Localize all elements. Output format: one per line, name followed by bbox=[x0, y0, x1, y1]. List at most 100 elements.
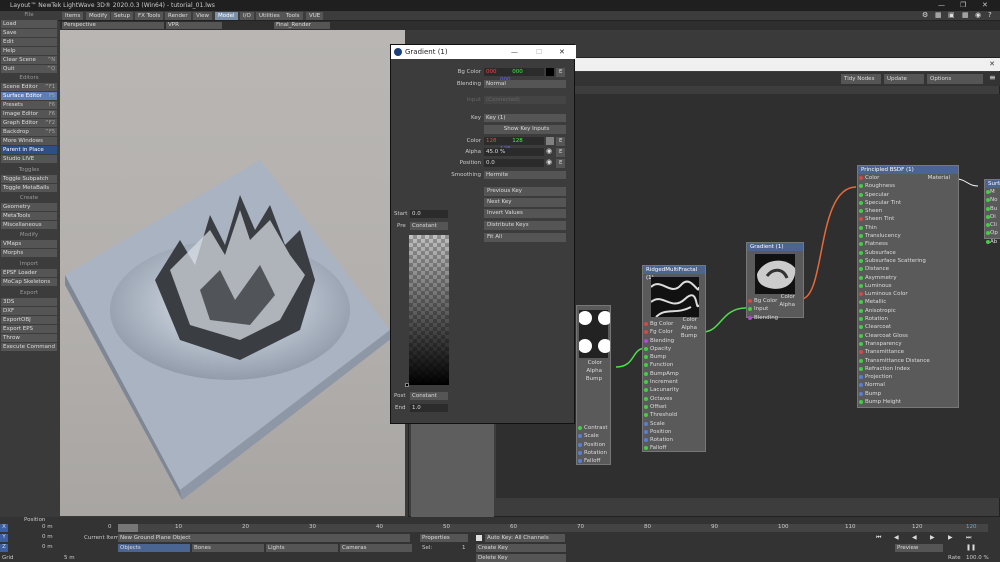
play-back-icon[interactable]: ◀ bbox=[912, 534, 917, 541]
third-in-falloff[interactable]: Falloff bbox=[577, 457, 612, 465]
blending-select[interactable]: Normal bbox=[484, 80, 566, 88]
image-editor-button[interactable]: Image Editor F6 bbox=[1, 110, 57, 118]
next-key-button[interactable]: Next Key bbox=[484, 198, 566, 207]
ridged-in-position[interactable]: Position bbox=[643, 428, 705, 436]
delete-key-button[interactable]: Delete Key bbox=[476, 554, 566, 562]
bsdf-in-roughness[interactable]: Roughness bbox=[858, 182, 958, 190]
bsdf-in-metallic[interactable]: Metallic bbox=[858, 298, 958, 306]
auto-key-select[interactable]: Auto Key: All Channels bbox=[485, 534, 565, 542]
studio-live-button[interactable]: Studio LIVE bbox=[1, 155, 57, 163]
third-in-contrast[interactable]: Contrast bbox=[577, 424, 612, 432]
ridged-in-lacunarity[interactable]: Lacunarity bbox=[643, 386, 705, 394]
vmaps-button[interactable]: VMaps bbox=[1, 240, 57, 248]
bsdf-in-luminous-color[interactable]: Luminous Color bbox=[858, 290, 958, 298]
bsdf-in-projection[interactable]: Projection bbox=[858, 373, 958, 381]
bsdf-in-asymmetry[interactable]: Asymmetry bbox=[858, 274, 958, 282]
bsdf-in-translucency[interactable]: Translucency bbox=[858, 232, 958, 240]
maximize-icon[interactable]: ❐ bbox=[960, 0, 966, 11]
help-icon[interactable]: ? bbox=[988, 11, 992, 19]
axis-z-label[interactable]: Z bbox=[0, 544, 8, 552]
parent-in-place-button[interactable]: Parent in Place bbox=[1, 146, 57, 154]
bsdf-in-subsurface[interactable]: Subsurface bbox=[858, 249, 958, 257]
previous-key-button[interactable]: Previous Key bbox=[484, 187, 566, 196]
settings-icon[interactable]: ⚙ bbox=[922, 11, 928, 19]
ridged-in-bump[interactable]: Bump bbox=[643, 353, 705, 361]
gradient-in-bg-color[interactable]: Bg Color bbox=[747, 297, 803, 305]
bsdf-in-transmittance-distance[interactable]: Transmittance Distance bbox=[858, 357, 958, 365]
ridged-in-opacity[interactable]: Opacity bbox=[643, 345, 705, 353]
ridged-in-increment[interactable]: Increment bbox=[643, 378, 705, 386]
bg-color-field[interactable]: 000 000 000 bbox=[484, 68, 544, 83]
bg-color-g[interactable]: 000 bbox=[512, 69, 523, 75]
position-envelope-button[interactable]: E bbox=[556, 159, 565, 168]
end-field[interactable]: 1.0 bbox=[410, 404, 448, 412]
alpha-eye-icon[interactable]: ◉ bbox=[546, 147, 552, 155]
morphs-button[interactable]: Morphs bbox=[1, 249, 57, 257]
third-in-position[interactable]: Position bbox=[577, 441, 612, 449]
bsdf-in-transparency[interactable]: Transparency bbox=[858, 340, 958, 348]
surface-in-2[interactable]: Bu bbox=[985, 205, 1000, 213]
axis-y-value[interactable]: 0 m bbox=[42, 534, 53, 540]
cameras-mode-button[interactable]: Cameras bbox=[340, 544, 412, 552]
grid-icon[interactable]: ▦ bbox=[962, 11, 969, 19]
prev-frame-icon[interactable]: ◀ bbox=[894, 534, 899, 541]
options-button[interactable]: Options bbox=[927, 74, 983, 84]
alpha-envelope-button[interactable]: E bbox=[556, 148, 565, 157]
tab-utilities[interactable]: Utilities bbox=[256, 12, 283, 20]
surface-in-0[interactable]: M bbox=[985, 188, 1000, 196]
bsdf-in-anisotropic[interactable]: Anisotropic bbox=[858, 307, 958, 315]
surface-in-5[interactable]: Op bbox=[985, 229, 1000, 237]
key-color-swatch[interactable] bbox=[546, 137, 554, 145]
tab-model[interactable]: Model bbox=[215, 12, 238, 20]
play-icon[interactable]: ▶ bbox=[930, 534, 935, 541]
principled-bsdf-node[interactable]: Principled BSDF (1) Material Color Roughn… bbox=[857, 165, 959, 408]
axis-z-value[interactable]: 0 m bbox=[42, 544, 53, 550]
3d-viewport[interactable] bbox=[60, 30, 405, 516]
toggle-metaballs-button[interactable]: Toggle MetaBalls bbox=[1, 184, 57, 192]
tab-vue[interactable]: VUE bbox=[306, 12, 324, 20]
vpr-select[interactable]: VPR bbox=[166, 22, 222, 29]
bsdf-in-normal[interactable]: Normal bbox=[858, 381, 958, 389]
bsdf-in-thin[interactable]: Thin bbox=[858, 224, 958, 232]
bg-color-envelope-button[interactable]: E bbox=[556, 68, 565, 77]
first-frame-icon[interactable]: ⏮ bbox=[876, 534, 881, 542]
bsdf-in-bump[interactable]: Bump bbox=[858, 390, 958, 398]
bsdf-in-clearcoat-gloss[interactable]: Clearcoat Gloss bbox=[858, 332, 958, 340]
bsdf-in-refraction-index[interactable]: Refraction Index bbox=[858, 365, 958, 373]
export-obj-button[interactable]: ExportOBJ bbox=[1, 316, 57, 324]
third-out-color[interactable]: Color bbox=[588, 360, 602, 366]
clear-scene-button[interactable]: Clear Scene ^N bbox=[1, 56, 57, 64]
save-button[interactable]: Save bbox=[1, 29, 57, 37]
start-field[interactable]: 0.0 bbox=[410, 210, 448, 218]
ridged-multifractal-node[interactable]: RidgedMultiFractal (1) Color Alpha Bump … bbox=[642, 265, 706, 452]
surface-editor-button[interactable]: Surface Editor F5 bbox=[1, 92, 57, 100]
bsdf-in-bump-height[interactable]: Bump Height bbox=[858, 398, 958, 406]
view-type-select[interactable]: Perspective bbox=[62, 22, 164, 29]
axis-x-value[interactable]: 0 m bbox=[42, 524, 53, 530]
bsdf-in-subsurface-scattering[interactable]: Subsurface Scattering bbox=[858, 257, 958, 265]
pause-icon[interactable]: ❚❚ bbox=[966, 544, 976, 551]
ridged-in-bg-color[interactable]: Bg Color bbox=[643, 320, 705, 328]
geometry-button[interactable]: Geometry bbox=[1, 203, 57, 211]
ridged-in-offset[interactable]: Offset bbox=[643, 403, 705, 411]
ridged-in-scale[interactable]: Scale bbox=[643, 420, 705, 428]
dialog-maximize-icon[interactable]: ☐ bbox=[536, 45, 542, 59]
more-windows-button[interactable]: More Windows bbox=[1, 137, 57, 145]
dialog-close-icon[interactable]: ✕ bbox=[559, 45, 565, 59]
scene-editor-button[interactable]: Scene Editor ^F1 bbox=[1, 83, 57, 91]
alpha-field[interactable]: 45.0 % bbox=[484, 148, 544, 156]
camera-icon[interactable]: ▣ bbox=[948, 11, 955, 19]
ridged-in-blending[interactable]: Blending bbox=[643, 337, 705, 345]
bsdf-in-sheen[interactable]: Sheen bbox=[858, 207, 958, 215]
bsdf-in-distance[interactable]: Distance bbox=[858, 265, 958, 273]
ridged-in-octaves[interactable]: Octaves bbox=[643, 395, 705, 403]
gradient-in-input[interactable]: Input bbox=[747, 305, 803, 313]
properties-button[interactable]: Properties bbox=[420, 534, 468, 542]
surface-in-6[interactable]: Ab bbox=[985, 238, 1000, 246]
mocap-skeletons-button[interactable]: MoCap Skeletons bbox=[1, 278, 57, 286]
objects-mode-button[interactable]: Objects bbox=[118, 544, 190, 552]
key-select[interactable]: Key (1) bbox=[484, 114, 566, 122]
export-dxf-button[interactable]: DXF bbox=[1, 307, 57, 315]
bg-color-r[interactable]: 000 bbox=[486, 69, 497, 75]
miscellaneous-button[interactable]: Miscellaneous bbox=[1, 221, 57, 229]
